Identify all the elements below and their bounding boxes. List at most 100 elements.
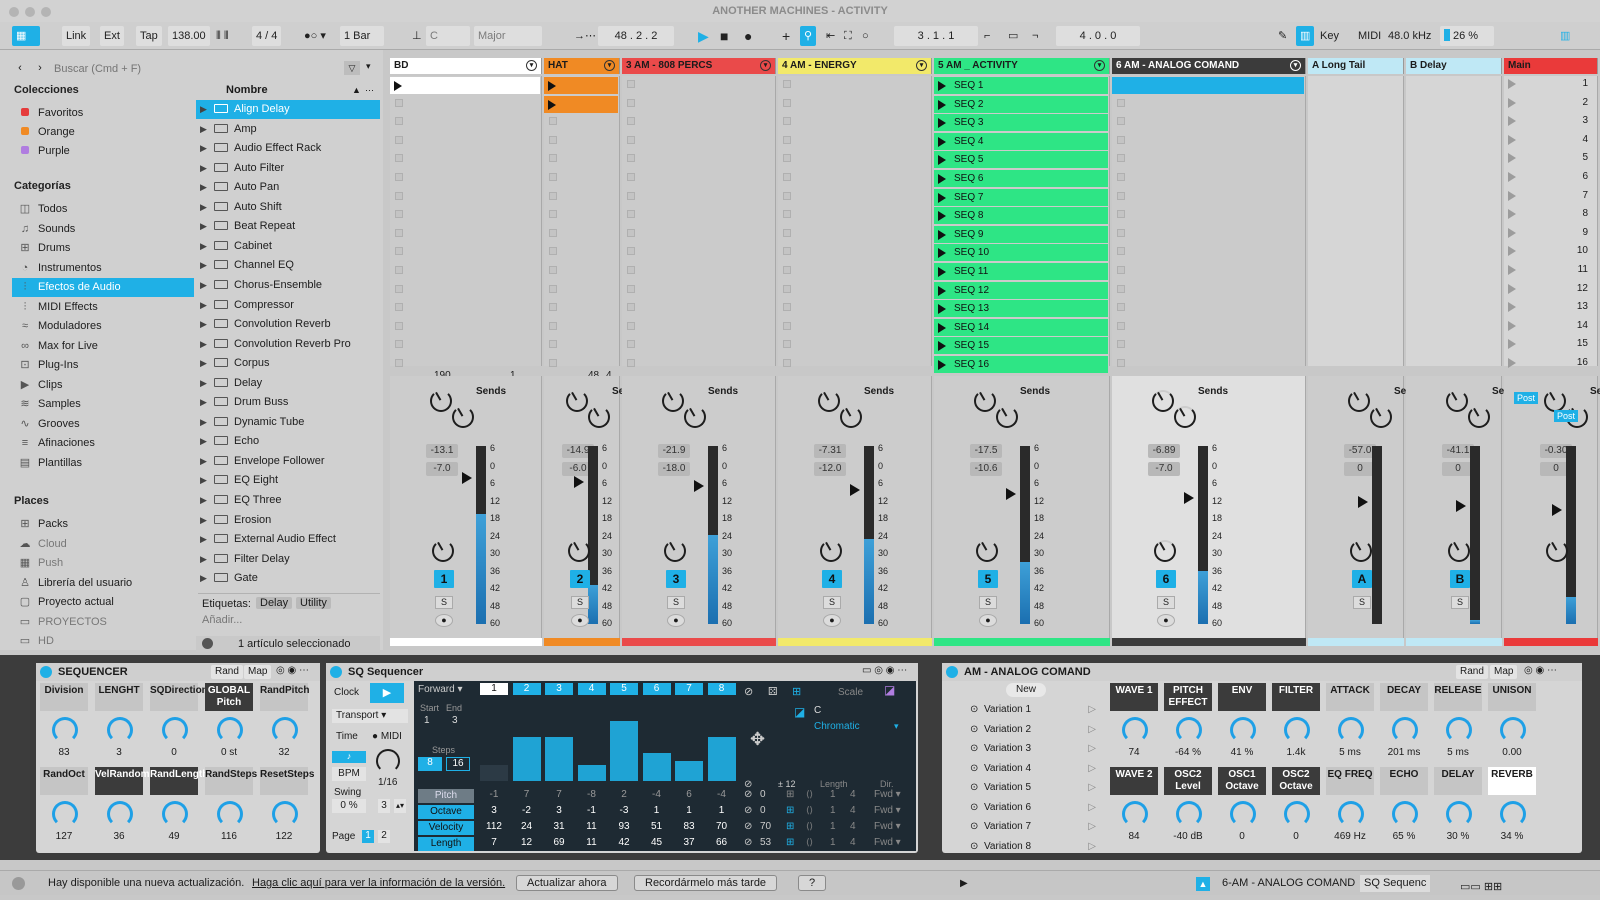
macro-division[interactable]: Division 83 <box>40 683 88 765</box>
expand-arrow-icon[interactable]: ▶ <box>200 511 212 530</box>
step-value-bar[interactable] <box>642 753 671 781</box>
quantize-select[interactable]: 1 Bar <box>340 26 384 46</box>
follow-icon[interactable]: →⋯ <box>570 26 600 46</box>
clip-stop-button[interactable] <box>627 303 635 312</box>
macro-unison[interactable]: UNISON 0.00 <box>1488 683 1536 765</box>
clip-slot-hat[interactable] <box>544 77 618 94</box>
variation-item[interactable]: ⊙ Variation 1 ▷ <box>970 701 1100 719</box>
pan-knob[interactable] <box>1154 540 1176 562</box>
clip-stop-button[interactable] <box>627 117 635 126</box>
step-velocity-value[interactable]: 24 <box>513 821 541 832</box>
clip-stop-button[interactable] <box>549 228 557 237</box>
clip-play-icon[interactable] <box>938 136 946 147</box>
device-list-item[interactable]: ▶ EQ Eight <box>196 471 380 490</box>
grid-icon[interactable]: ⊞ <box>792 685 801 698</box>
device-list-item[interactable]: ▶ Filter Delay <box>196 550 380 569</box>
clip-slot-seq[interactable]: SEQ 4 <box>934 132 1108 150</box>
variation-item[interactable]: ⊙ Variation 3 ▷ <box>970 740 1100 758</box>
overdub-icon[interactable]: + <box>778 26 794 46</box>
track-activator-A[interactable]: A <box>1352 570 1372 588</box>
row-length-start[interactable]: 1 <box>830 821 836 832</box>
clip-stop-button[interactable] <box>783 284 791 293</box>
row-octave-button[interactable]: Octave <box>418 805 474 819</box>
device-options-icon[interactable]: ▭ ◎ ◉ ⋯ <box>862 665 907 676</box>
track-menu-icon[interactable]: ▾ <box>526 60 537 71</box>
step-length-value[interactable]: 69 <box>545 837 573 848</box>
step-length-value[interactable]: 66 <box>708 837 736 848</box>
clip-play-icon[interactable] <box>938 229 946 240</box>
variation-item[interactable]: ⊙ Variation 5 ▷ <box>970 779 1100 797</box>
volume-fader-handle[interactable] <box>694 480 704 492</box>
loop-start-field[interactable]: 3 . 1 . 1 <box>894 26 978 46</box>
swing-steps-field[interactable]: 3 <box>378 799 390 813</box>
step-pitch-value[interactable]: 2 <box>610 789 638 800</box>
pan-value[interactable]: -18.0 <box>658 462 690 476</box>
clip-play-icon[interactable] <box>938 174 946 184</box>
variation-recall-icon[interactable]: ⊙ <box>970 799 984 817</box>
clip-stop-button[interactable] <box>549 191 557 200</box>
clip-slot-seq[interactable]: SEQ 6 <box>934 170 1108 187</box>
clip-stop-button[interactable] <box>395 321 403 330</box>
clip-stop-button[interactable] <box>395 191 403 200</box>
clip-stop-button[interactable] <box>1117 210 1125 219</box>
expand-arrow-icon[interactable]: ▶ <box>200 159 212 178</box>
macro-wave-2[interactable]: WAVE 2 84 <box>1110 767 1158 849</box>
expand-arrow-icon[interactable]: ▶ <box>200 198 212 217</box>
reset-icon[interactable]: ⊘ <box>744 685 753 698</box>
macro-osc1-octave[interactable]: OSC1 Octave 0 <box>1218 767 1266 849</box>
collection-item[interactable]: Purple <box>12 142 194 161</box>
track-menu-icon[interactable]: ▾ <box>760 60 771 71</box>
row-length-start[interactable]: 1 <box>830 837 836 848</box>
clip-stop-button[interactable] <box>395 284 403 293</box>
clip-stop-button[interactable] <box>395 117 403 126</box>
send-b-knob[interactable] <box>840 406 862 428</box>
macro-knob[interactable] <box>1446 717 1472 743</box>
step-octave-value[interactable]: 1 <box>643 805 671 816</box>
macro-knob[interactable] <box>52 801 78 827</box>
clip-stop-button[interactable] <box>783 135 791 144</box>
place-item[interactable]: ▢ Proyecto actual <box>12 593 194 612</box>
clip-stop-button[interactable] <box>783 154 791 163</box>
step-pitch-value[interactable]: -4 <box>708 789 736 800</box>
macro-resetsteps[interactable]: ResetSteps 122 <box>260 767 314 849</box>
category-item[interactable]: ⊡ Plug-Ins <box>12 356 194 375</box>
division-knob[interactable] <box>376 749 400 773</box>
clip-stop-button[interactable] <box>783 247 791 256</box>
track-activator-5[interactable]: 5 <box>978 570 998 588</box>
volume-value[interactable]: -21.9 <box>658 444 690 458</box>
expand-arrow-icon[interactable]: ▶ <box>200 139 212 158</box>
track-header-8[interactable]: B Delay <box>1406 58 1502 74</box>
swing-field[interactable]: 0 % <box>332 799 366 813</box>
clip-stop-button[interactable] <box>549 340 557 349</box>
macro-knob[interactable] <box>162 801 188 827</box>
macro-filter[interactable]: FILTER 1.4k <box>1272 683 1320 765</box>
expand-arrow-icon[interactable]: ▶ <box>200 178 212 197</box>
volume-fader-handle[interactable] <box>574 476 584 488</box>
macro-randoct[interactable]: RandOct 127 <box>40 767 88 849</box>
clip-play-icon[interactable] <box>938 118 946 129</box>
record-arm-icon[interactable]: ● <box>1157 614 1175 627</box>
macro-knob[interactable] <box>107 717 133 743</box>
macro-knob[interactable] <box>107 801 133 827</box>
step-octave-value[interactable]: -1 <box>578 805 606 816</box>
remind-later-button[interactable]: Recordármelo más tarde <box>634 875 778 891</box>
clip-stop-button[interactable] <box>549 154 557 163</box>
metronome-icon[interactable]: ●○ ▾ <box>300 26 330 46</box>
send-b-knob[interactable] <box>588 406 610 428</box>
step-length-value[interactable]: 11 <box>578 837 606 848</box>
clip-stop-button[interactable] <box>783 191 791 200</box>
status-play-icon[interactable]: ▶ <box>960 871 968 896</box>
step-length-value[interactable]: 37 <box>675 837 703 848</box>
category-item[interactable]: ▶ Clips <box>12 376 194 395</box>
clip-stop-button[interactable] <box>627 284 635 293</box>
variation-recall-icon[interactable]: ⊙ <box>970 818 984 836</box>
automation-arm-icon[interactable]: ⚲ <box>800 26 817 46</box>
bpm-button[interactable]: BPM <box>332 767 366 781</box>
clip-stop-button[interactable] <box>1117 359 1125 367</box>
step-octave-value[interactable]: -3 <box>610 805 638 816</box>
clip-stop-button[interactable] <box>1117 98 1125 107</box>
clip-play-icon[interactable] <box>938 211 946 222</box>
start-value[interactable]: 1 <box>424 715 430 726</box>
dice-icon[interactable]: ⚄ <box>768 685 778 698</box>
row-direction-select[interactable]: Fwd ▾ <box>874 805 901 816</box>
